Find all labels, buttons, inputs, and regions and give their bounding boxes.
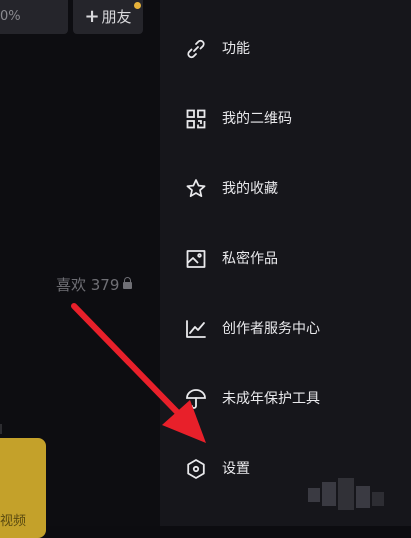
menu-item-features[interactable]: 功能 — [160, 29, 411, 69]
qr-code-icon — [184, 107, 208, 131]
menu-item-label: 设置 — [222, 461, 250, 477]
menu-item-my-qr-code[interactable]: 我的二维码 — [160, 99, 411, 139]
add-friend-button[interactable]: + 朋友 — [73, 0, 143, 34]
menu-item-label: 我的二维码 — [222, 111, 292, 127]
profile-background: 0% + 朋友 喜欢 379 视频 — [0, 0, 160, 538]
lock-icon — [123, 277, 133, 289]
menu-item-minor-protection[interactable]: 未成年保护工具 — [160, 379, 411, 419]
watermark — [308, 478, 398, 518]
settings-hex-icon — [184, 457, 208, 481]
notification-dot — [134, 2, 141, 9]
menu-item-label: 功能 — [222, 41, 250, 57]
menu-item-label: 未成年保护工具 — [222, 391, 320, 407]
side-drawer-menu: 功能 我的二维码 我的收藏 私密作品 创作者服务中心 未成年保护工具 设置 — [160, 0, 411, 526]
plus-icon: + — [84, 6, 100, 27]
link-icon — [184, 37, 208, 61]
menu-item-label: 创作者服务中心 — [222, 321, 320, 337]
likes-tab[interactable]: 喜欢 379 — [56, 274, 133, 295]
video-label: 视频 — [0, 514, 27, 529]
star-icon — [184, 177, 208, 201]
menu-item-label: 我的收藏 — [222, 181, 278, 197]
umbrella-icon — [184, 387, 208, 411]
menu-item-creator-center[interactable]: 创作者服务中心 — [160, 309, 411, 349]
add-friend-label: 朋友 — [101, 8, 132, 26]
menu-item-my-favorites[interactable]: 我的收藏 — [160, 169, 411, 209]
divider — [0, 424, 2, 434]
menu-item-private-works[interactable]: 私密作品 — [160, 239, 411, 279]
chart-icon — [184, 317, 208, 341]
progress-chip: 0% — [0, 0, 68, 34]
likes-label: 喜欢 379 — [56, 276, 120, 294]
image-icon — [184, 247, 208, 271]
menu-item-label: 私密作品 — [222, 251, 278, 267]
